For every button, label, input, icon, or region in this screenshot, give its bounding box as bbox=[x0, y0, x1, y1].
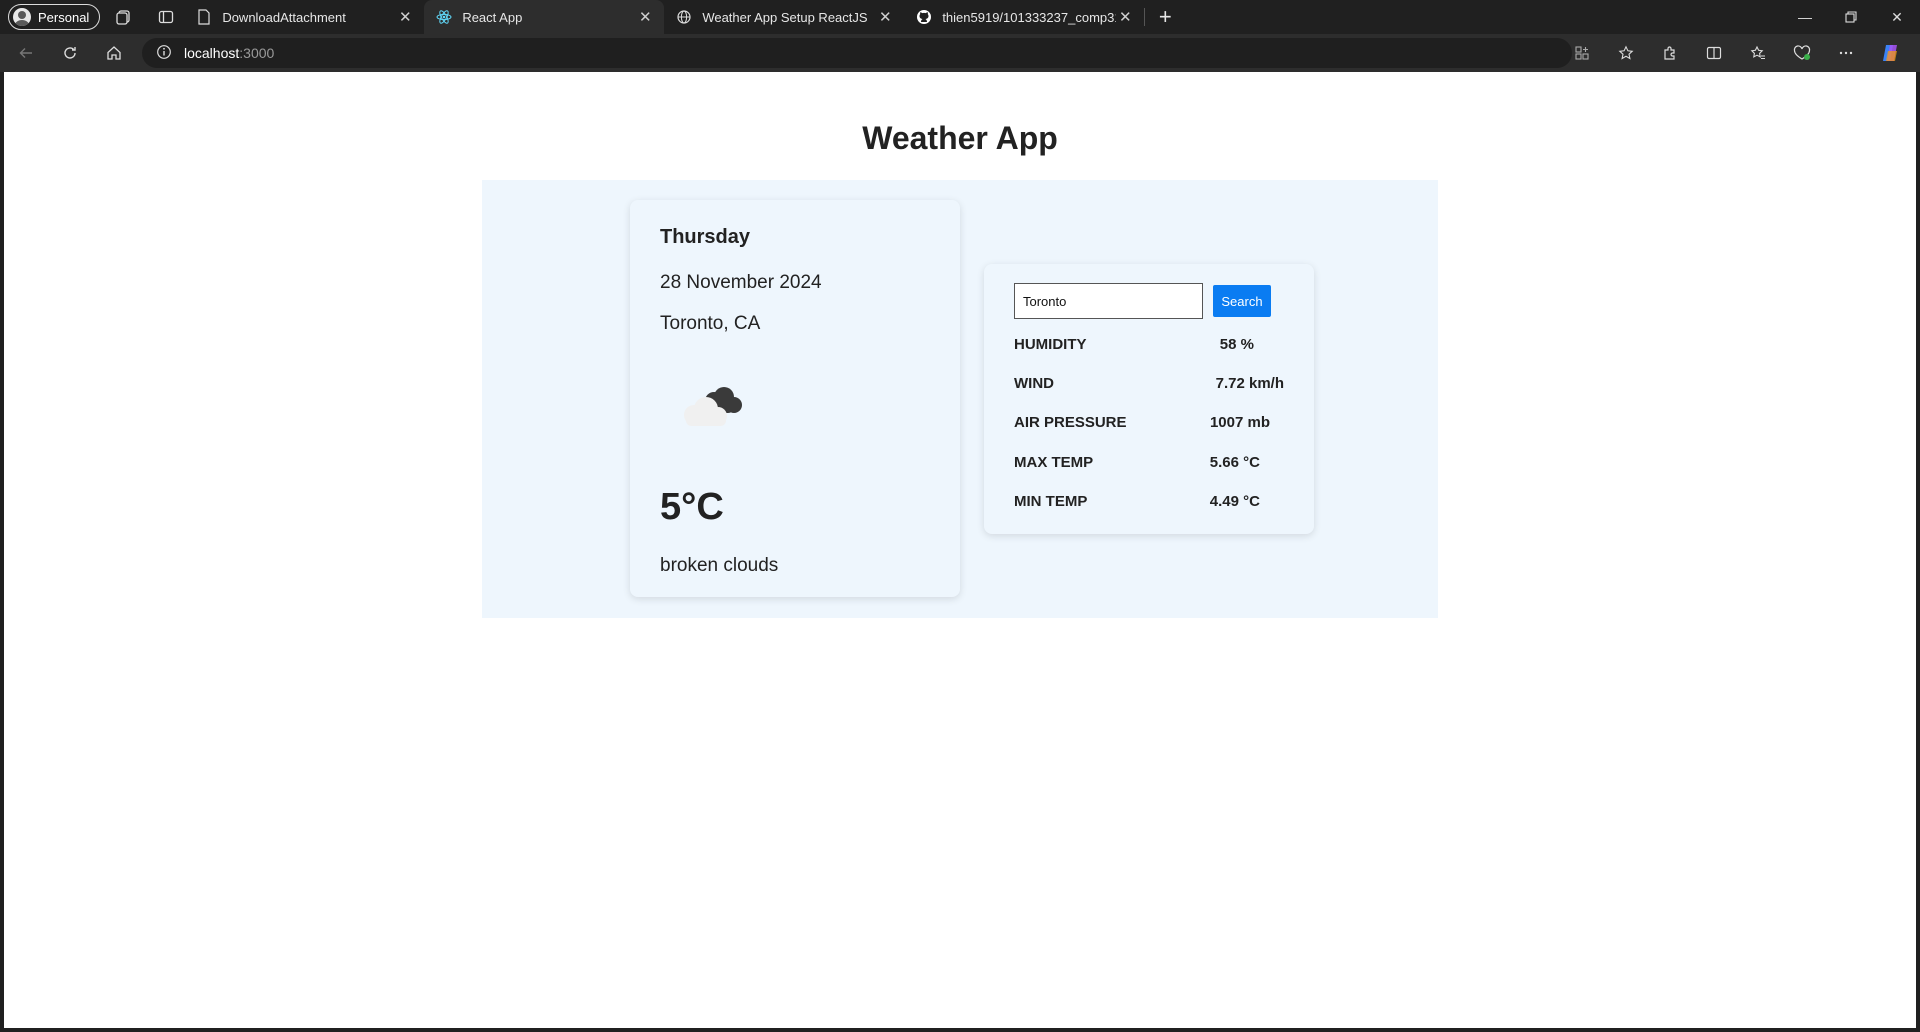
address-port: :3000 bbox=[239, 45, 275, 61]
stat-label: AIR PRESSURE bbox=[1014, 414, 1127, 431]
stat-value: 1007 mb bbox=[1209, 414, 1270, 431]
window-controls: — ✕ bbox=[1782, 0, 1920, 34]
split-screen-icon[interactable] bbox=[1696, 37, 1732, 69]
stat-label: WIND bbox=[1014, 375, 1054, 392]
tab-label: DownloadAttachment bbox=[222, 9, 346, 25]
tab-strip: Personal DownloadAttachment ✕ React App … bbox=[0, 0, 1920, 34]
tab-label: React App bbox=[462, 9, 523, 25]
page-viewport: Weather App Thursday 28 November 2024 To… bbox=[4, 72, 1916, 1028]
globe-icon bbox=[676, 9, 692, 25]
stat-label: HUMIDITY bbox=[1014, 336, 1087, 353]
stat-row-humidity: HUMIDITY 58 % bbox=[1014, 336, 1284, 353]
tab-divider bbox=[1144, 8, 1146, 26]
stat-value: 7.72 km/h bbox=[1215, 375, 1284, 392]
stat-row-max-temp: MAX TEMP 5.66 °C bbox=[1014, 454, 1284, 471]
stat-label: MIN TEMP bbox=[1014, 493, 1088, 510]
weather-description: broken clouds bbox=[660, 555, 779, 576]
toolbar-actions bbox=[1564, 37, 1908, 69]
favorite-star-icon[interactable] bbox=[1608, 37, 1644, 69]
tab-download-attachment[interactable]: DownloadAttachment ✕ bbox=[184, 0, 424, 34]
more-menu-icon[interactable] bbox=[1828, 37, 1864, 69]
browser-essentials-icon[interactable] bbox=[1784, 37, 1820, 69]
github-icon bbox=[916, 9, 932, 25]
close-icon[interactable]: ✕ bbox=[396, 8, 414, 26]
extensions-icon[interactable] bbox=[1652, 37, 1688, 69]
document-icon bbox=[196, 9, 212, 25]
city-search-input[interactable] bbox=[1014, 283, 1203, 319]
copilot-icon[interactable] bbox=[1872, 37, 1908, 69]
stat-row-wind: WIND 7.72 km/h bbox=[1014, 375, 1284, 392]
favorites-icon[interactable] bbox=[1740, 37, 1776, 69]
home-icon[interactable] bbox=[96, 37, 132, 69]
weather-temperature: 5°C bbox=[660, 486, 724, 528]
browser-toolbar: localhost:3000 bbox=[0, 34, 1920, 72]
tab-weather-setup[interactable]: Weather App Setup ReactJS ✕ bbox=[664, 0, 904, 34]
tab-react-app[interactable]: React App ✕ bbox=[424, 0, 665, 34]
refresh-icon[interactable] bbox=[52, 37, 88, 69]
back-icon[interactable] bbox=[8, 37, 44, 69]
close-icon[interactable]: ✕ bbox=[636, 8, 654, 26]
address-bar[interactable]: localhost:3000 bbox=[142, 38, 1572, 68]
close-icon[interactable]: ✕ bbox=[1116, 8, 1134, 26]
restore-icon[interactable] bbox=[1828, 0, 1874, 34]
weather-day: Thursday bbox=[660, 226, 751, 248]
search-button[interactable]: Search bbox=[1213, 285, 1271, 317]
new-tab-button[interactable]: + bbox=[1149, 3, 1181, 31]
stat-value: 5.66 °C bbox=[1209, 454, 1260, 471]
minimize-icon[interactable]: — bbox=[1782, 0, 1828, 34]
app-available-icon[interactable] bbox=[1564, 37, 1600, 69]
close-icon[interactable]: ✕ bbox=[876, 8, 894, 26]
stat-value: 58 % bbox=[1219, 336, 1254, 353]
tab-github-repo[interactable]: thien5919/101333237_comp3123 ✕ bbox=[904, 0, 1144, 34]
stat-row-min-temp: MIN TEMP 4.49 °C bbox=[1014, 493, 1284, 510]
broken-clouds-icon bbox=[670, 375, 750, 435]
workspaces-icon[interactable] bbox=[106, 3, 142, 31]
tab-label: Weather App Setup ReactJS bbox=[702, 9, 868, 25]
stat-label: MAX TEMP bbox=[1014, 454, 1094, 471]
avatar bbox=[13, 8, 31, 26]
react-icon bbox=[436, 9, 452, 25]
profile-label: Personal bbox=[38, 9, 90, 25]
stat-value: 4.49 °C bbox=[1209, 493, 1260, 510]
page-title: Weather App bbox=[862, 120, 1058, 156]
weather-date: 28 November 2024 bbox=[660, 272, 822, 293]
weather-panel: Thursday 28 November 2024 Toronto, CA 5°… bbox=[482, 180, 1438, 618]
tab-label: thien5919/101333237_comp3123 bbox=[942, 9, 1116, 25]
window-close-icon[interactable]: ✕ bbox=[1874, 0, 1920, 34]
address-host: localhost bbox=[184, 45, 240, 61]
profile-button[interactable]: Personal bbox=[8, 4, 101, 30]
stat-row-air-pressure: AIR PRESSURE 1007 mb bbox=[1014, 414, 1284, 431]
site-info-icon[interactable] bbox=[156, 44, 172, 63]
weather-details-card: Search HUMIDITY 58 % WIND 7.72 km/h AIR … bbox=[984, 264, 1314, 534]
current-weather-card: Thursday 28 November 2024 Toronto, CA 5°… bbox=[630, 200, 960, 597]
weather-location: Toronto, CA bbox=[660, 313, 761, 334]
tab-actions-icon[interactable] bbox=[148, 3, 184, 31]
